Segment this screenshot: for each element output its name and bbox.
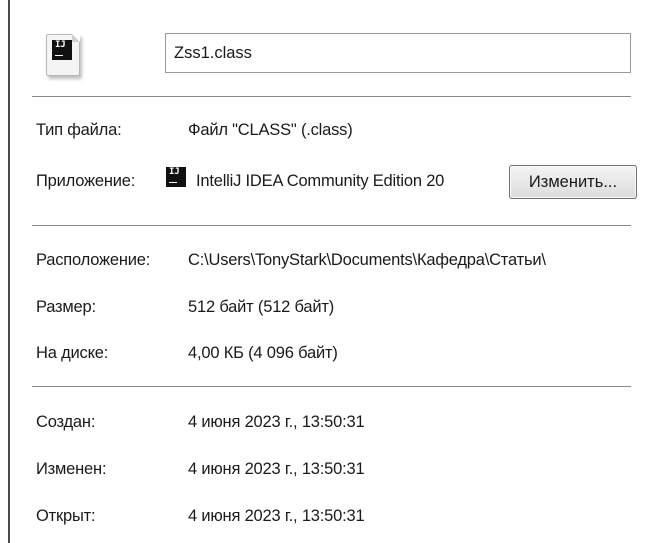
- created-value: 4 июня 2023 г., 13:50:31: [188, 413, 365, 431]
- location-label: Расположение:: [36, 251, 151, 269]
- dialog-left-border: [8, 0, 10, 543]
- size-value: 512 байт (512 байт): [188, 298, 335, 316]
- separator-bottom: [32, 386, 631, 387]
- change-application-button[interactable]: Изменить...: [509, 165, 637, 199]
- application-label: Приложение:: [36, 172, 136, 190]
- separator-middle: [32, 225, 631, 226]
- file-name-input[interactable]: [165, 33, 631, 73]
- accessed-value: 4 июня 2023 г., 13:50:31: [188, 507, 365, 525]
- intellij-idea-icon: IJ: [166, 167, 186, 187]
- size-label: Размер:: [36, 298, 96, 316]
- separator-top: [32, 96, 631, 97]
- location-value[interactable]: C:\Users\TonyStark\Documents\Кафедра\Ста…: [188, 251, 634, 270]
- application-value: IntelliJ IDEA Community Edition 20: [196, 172, 445, 190]
- disk-size-label: На диске:: [36, 344, 109, 362]
- intellij-badge-icon: IJ: [52, 40, 72, 60]
- disk-size-value: 4,00 КБ (4 096 байт): [188, 344, 338, 362]
- file-type-label: Тип файла:: [36, 121, 122, 139]
- modified-label: Изменен:: [36, 460, 107, 478]
- modified-value: 4 июня 2023 г., 13:50:31: [188, 460, 365, 478]
- accessed-label: Открыт:: [36, 507, 96, 525]
- file-type-value: Файл "CLASS" (.class): [188, 121, 353, 139]
- class-file-icon: IJ: [46, 34, 80, 76]
- created-label: Создан:: [36, 413, 96, 431]
- page-fold-corner: [72, 34, 80, 42]
